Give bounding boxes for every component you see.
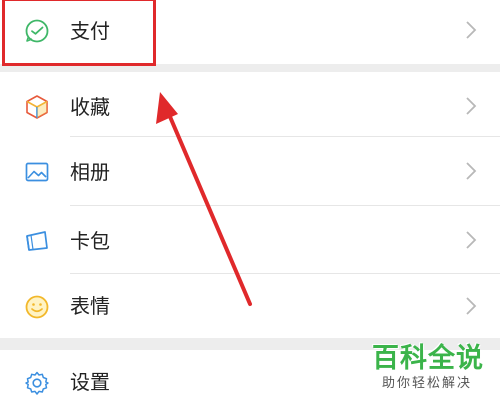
card-wallet-icon	[24, 228, 50, 254]
chevron-right-icon	[464, 296, 478, 316]
section-separator	[0, 338, 500, 350]
favorites-cube-icon	[24, 94, 50, 120]
menu-item-favorites[interactable]: 收藏	[0, 72, 500, 142]
smiley-face-icon	[24, 294, 50, 320]
menu-item-settings[interactable]: 设置	[0, 350, 500, 400]
album-picture-icon	[24, 159, 50, 185]
section-separator	[0, 64, 500, 72]
menu-item-stickers[interactable]: 表情	[0, 274, 500, 344]
chevron-right-icon	[464, 230, 478, 250]
payment-icon	[24, 18, 50, 44]
chevron-right-icon	[464, 96, 478, 116]
chevron-right-icon	[464, 20, 478, 40]
chevron-right-icon	[464, 161, 478, 181]
menu-item-card-wallet[interactable]: 卡包	[0, 206, 500, 276]
menu-item-label: 支付	[70, 19, 110, 43]
menu-item-label: 设置	[70, 370, 110, 394]
wechat-me-menu-screen: 支付 收藏 相册 卡包 表情 设置 百科全说 助你轻松解决	[0, 0, 500, 400]
menu-item-label: 表情	[70, 294, 110, 318]
menu-item-label: 卡包	[70, 229, 110, 253]
settings-gear-icon	[24, 370, 50, 396]
menu-item-label: 收藏	[70, 95, 110, 119]
menu-item-payment[interactable]: 支付	[0, 0, 500, 64]
menu-item-label: 相册	[70, 160, 110, 184]
menu-item-album[interactable]: 相册	[0, 137, 500, 207]
